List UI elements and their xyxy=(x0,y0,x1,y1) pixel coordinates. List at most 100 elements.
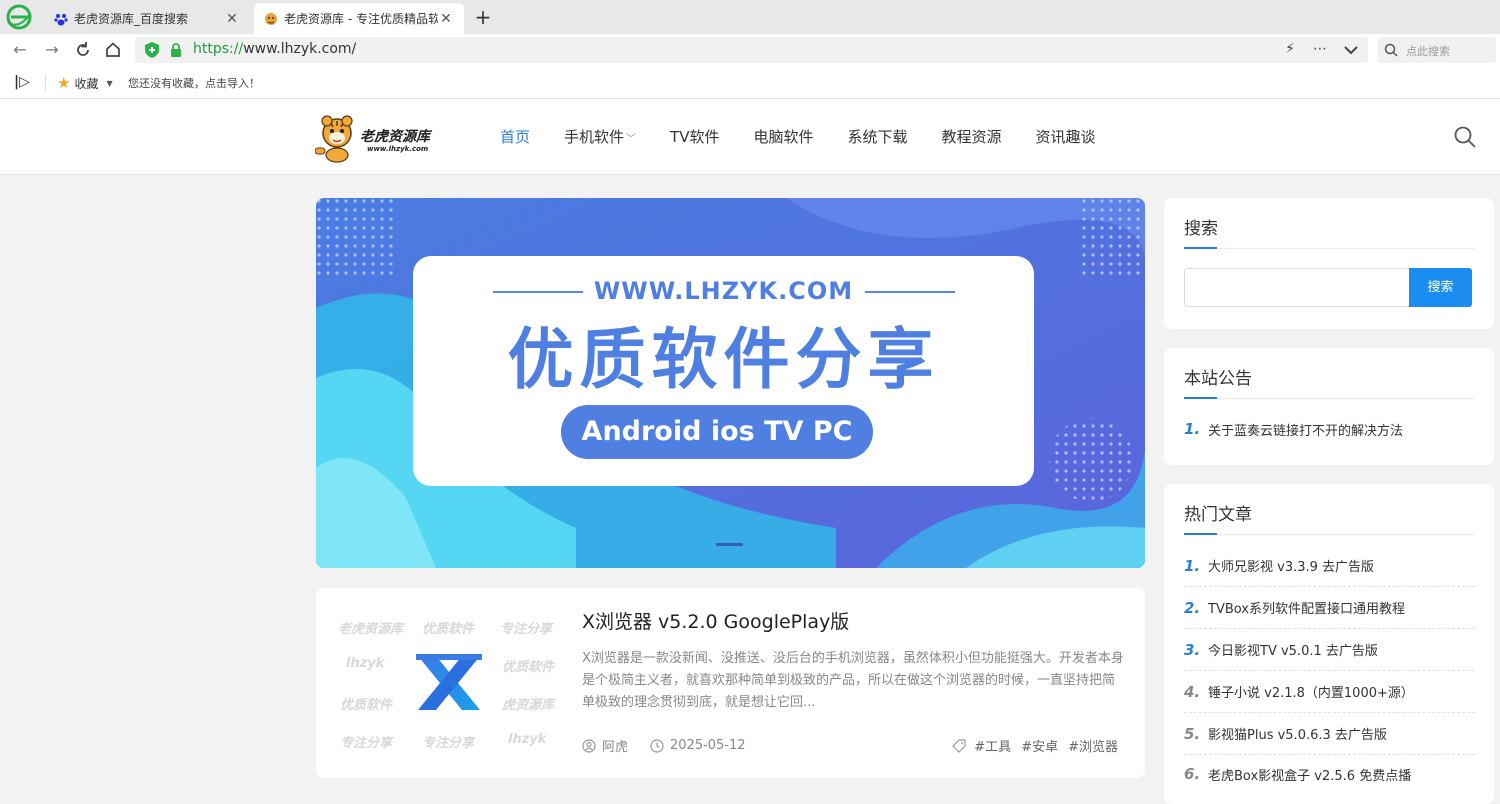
nav-mobile-software[interactable]: 手机软件 ﹀ xyxy=(564,126,636,147)
nav-news[interactable]: 资讯趣谈 xyxy=(1036,126,1096,147)
search-icon xyxy=(1384,43,1398,57)
watermark-text: 老虎资源库 xyxy=(338,622,404,637)
bookmark-import-hint[interactable]: 您还没有收藏，点击导入！ xyxy=(128,75,260,91)
rank-number: 4. xyxy=(1184,682,1201,701)
chevron-down-icon[interactable] xyxy=(1341,43,1361,57)
tab-lhzyk[interactable]: 老虎资源库 - 专注优质精品软 ✕ xyxy=(254,3,464,34)
tag-link[interactable]: #工具 xyxy=(974,736,1011,755)
nav-home[interactable]: 首页 xyxy=(500,126,530,147)
rank-number: 6. xyxy=(1184,765,1201,783)
tab-title: 老虎资源库 - 专注优质精品软 xyxy=(284,12,438,26)
url-field[interactable]: https://www.lhzyk.com/ ⚡ ⋯ xyxy=(135,37,1368,63)
svg-text:老虎资源库: 老虎资源库 xyxy=(360,128,433,145)
lock-icon xyxy=(171,43,181,57)
post-card[interactable]: 老虎资源库 优质软件 专注分享 lhzyk 优质软件 优质软件 虎资源库 专注分… xyxy=(316,588,1145,778)
watermark-text: lhzyk xyxy=(508,732,547,747)
widget-divider xyxy=(1184,397,1475,399)
url-host: www.lhzyk.com/ xyxy=(243,41,357,57)
widget-title: 本站公告 xyxy=(1184,369,1252,389)
hot-article-item[interactable]: 4. 锤子小说 v2.1.8（内置1000+源） xyxy=(1184,671,1475,713)
lightning-icon[interactable]: ⚡ xyxy=(1280,41,1300,57)
browser-tab-bar: 老虎资源库_百度搜索 ✕ 老虎资源库 - 专注优质精品软 ✕ + xyxy=(0,0,1500,34)
rank-number: 1. xyxy=(1184,556,1201,575)
browser-logo-icon[interactable] xyxy=(6,4,32,30)
divider xyxy=(45,74,46,91)
rank-number: 2. xyxy=(1184,598,1201,617)
rank-number: 1. xyxy=(1184,420,1201,438)
sidebar-toggle-icon[interactable]: |▷ xyxy=(14,74,30,90)
clock-icon xyxy=(650,738,664,753)
forward-icon[interactable]: → xyxy=(42,40,62,60)
tag-link[interactable]: #安卓 xyxy=(1021,736,1058,755)
favorites-button[interactable]: ★ 收藏 ▼ xyxy=(57,74,113,92)
post-author[interactable]: 阿虎 xyxy=(602,736,628,755)
watermark-text: lhzyk xyxy=(346,656,385,671)
nav-tv-software[interactable]: TV软件 xyxy=(670,126,719,147)
banner-title: 优质软件分享 xyxy=(507,321,940,398)
widget-divider xyxy=(1184,533,1475,535)
notice-widget: 本站公告 1. 关于蓝奏云链接打不开的解决方法 xyxy=(1164,348,1494,465)
nav-pc-software[interactable]: 电脑软件 xyxy=(753,126,813,147)
banner-slider[interactable]: WWW.LHZYK.COM 优质软件分享 Android ios TV PC xyxy=(316,198,1145,568)
widget-divider xyxy=(1184,247,1475,249)
rank-number: 5. xyxy=(1184,724,1201,743)
watermark-text: 优质软件 xyxy=(422,622,475,637)
home-icon[interactable] xyxy=(103,40,123,60)
watermark-text: 优质软件 xyxy=(340,698,393,713)
user-icon xyxy=(582,738,596,753)
hot-articles-widget: 热门文章 1. 大师兄影视 v3.3.9 去广告版 2. TVBox系列软件配置… xyxy=(1164,484,1494,804)
post-meta: 阿虎 2025-05-12 xyxy=(582,736,746,755)
hot-article-item[interactable]: 2. TVBox系列软件配置接口通用教程 xyxy=(1184,587,1475,629)
banner-card: WWW.LHZYK.COM 优质软件分享 Android ios TV PC xyxy=(413,256,1034,486)
watermark-text: 专注分享 xyxy=(422,736,475,751)
post-title[interactable]: X浏览器 v5.2.0 GooglePlay版 xyxy=(582,607,849,634)
url-text: https://www.lhzyk.com/ xyxy=(193,41,356,57)
tab-close-icon[interactable]: ✕ xyxy=(224,11,240,27)
search-widget: 搜索 搜索 xyxy=(1164,198,1494,329)
site-logo[interactable]: 老虎资源库 www.lhzyk.com xyxy=(315,111,440,163)
baidu-favicon-icon xyxy=(54,13,68,25)
reload-icon[interactable] xyxy=(73,40,93,60)
sidebar-search-input[interactable] xyxy=(1184,268,1410,307)
security-shield-icon[interactable] xyxy=(145,42,159,58)
site-header: 老虎资源库 www.lhzyk.com 首页 手机软件 ﹀ TV软件 电脑软件 系… xyxy=(0,99,1500,175)
nav-tutorials[interactable]: 教程资源 xyxy=(942,126,1002,147)
article-title: 大师兄影视 v3.3.9 去广告版 xyxy=(1208,560,1375,575)
x-browser-logo-icon xyxy=(416,654,482,710)
tab-close-icon[interactable]: ✕ xyxy=(438,11,454,27)
back-icon[interactable]: ← xyxy=(10,40,30,60)
banner-url: WWW.LHZYK.COM xyxy=(593,277,854,305)
watermark-text: 虎资源库 xyxy=(502,698,555,713)
new-tab-button[interactable]: + xyxy=(472,5,494,29)
article-title: 老虎Box影视盒子 v2.5.6 免费点播 xyxy=(1208,768,1412,784)
more-icon[interactable]: ⋯ xyxy=(1310,41,1330,57)
article-title: 今日影视TV v5.0.1 去广告版 xyxy=(1208,644,1378,659)
slider-indicator[interactable] xyxy=(716,543,743,546)
post-date: 2025-05-12 xyxy=(670,738,746,753)
watermark-text: 专注分享 xyxy=(500,622,553,637)
sidebar-search-button[interactable]: 搜索 xyxy=(1409,268,1472,307)
tab-baidu-search[interactable]: 老虎资源库_百度搜索 ✕ xyxy=(44,3,250,34)
hot-article-item[interactable]: 6. 老虎Box影视盒子 v2.5.6 免费点播 xyxy=(1184,753,1475,795)
dropdown-arrow-icon: ﹀ xyxy=(626,134,637,145)
search-icon[interactable] xyxy=(1453,125,1477,149)
banner-platforms: Android ios TV PC xyxy=(561,405,873,459)
article-title: 锤子小说 v2.1.8（内置1000+源） xyxy=(1208,686,1414,701)
caret-down-icon: ▼ xyxy=(106,78,113,88)
nav-mobile-software-label: 手机软件 xyxy=(564,128,625,146)
main-nav: 首页 手机软件 ﹀ TV软件 电脑软件 系统下载 教程资源 资讯趣谈 xyxy=(500,126,1130,147)
widget-title: 搜索 xyxy=(1184,219,1218,239)
nav-system-download[interactable]: 系统下载 xyxy=(847,126,907,147)
widget-title: 热门文章 xyxy=(1184,505,1252,525)
url-scheme: https:// xyxy=(193,41,244,57)
post-thumbnail[interactable]: 老虎资源库 优质软件 专注分享 lhzyk 优质软件 优质软件 虎资源库 专注分… xyxy=(336,608,566,758)
hot-article-item[interactable]: 1. 大师兄影视 v3.3.9 去广告版 xyxy=(1184,545,1475,587)
hot-article-item[interactable]: 3. 今日影视TV v5.0.1 去广告版 xyxy=(1184,629,1475,671)
browser-search-box[interactable]: 点此搜索 xyxy=(1378,37,1496,63)
post-tags: #工具 #安卓 #浏览器 xyxy=(952,736,1118,755)
tag-link[interactable]: #浏览器 xyxy=(1068,736,1118,755)
hot-article-item[interactable]: 5. 影视猫Plus v5.0.6.3 去广告版 xyxy=(1184,713,1475,755)
notice-item[interactable]: 1. 关于蓝奏云链接打不开的解决方法 xyxy=(1184,408,1475,450)
tiger-favicon-icon xyxy=(265,12,277,25)
tag-icon xyxy=(952,738,966,753)
